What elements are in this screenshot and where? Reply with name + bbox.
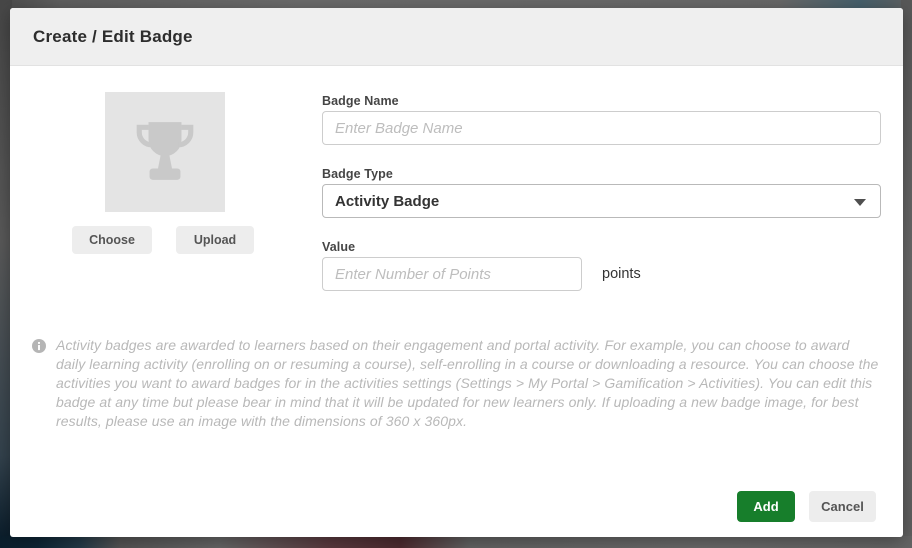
value-label: Value xyxy=(322,240,355,254)
points-suffix-label: points xyxy=(602,266,641,282)
badge-name-label: Badge Name xyxy=(322,94,399,108)
points-value-input[interactable] xyxy=(322,257,582,291)
badge-type-select[interactable]: Activity Badge xyxy=(322,184,881,218)
info-note-text: Activity badges are awarded to learners … xyxy=(56,336,881,431)
create-edit-badge-modal: Create / Edit Badge Choose Upload Badge … xyxy=(10,8,903,537)
add-button[interactable]: Add xyxy=(737,491,795,522)
choose-image-button[interactable]: Choose xyxy=(72,226,152,254)
upload-image-button[interactable]: Upload xyxy=(176,226,254,254)
info-icon xyxy=(32,339,46,353)
badge-type-selected-value: Activity Badge xyxy=(335,193,439,210)
info-note: Activity badges are awarded to learners … xyxy=(32,336,881,431)
modal-title: Create / Edit Badge xyxy=(33,27,193,47)
chevron-down-icon xyxy=(854,199,866,206)
badge-image-placeholder xyxy=(105,92,225,212)
badge-type-label: Badge Type xyxy=(322,167,393,181)
cancel-button[interactable]: Cancel xyxy=(809,491,876,522)
modal-header: Create / Edit Badge xyxy=(10,8,903,66)
badge-name-input[interactable] xyxy=(322,111,881,145)
